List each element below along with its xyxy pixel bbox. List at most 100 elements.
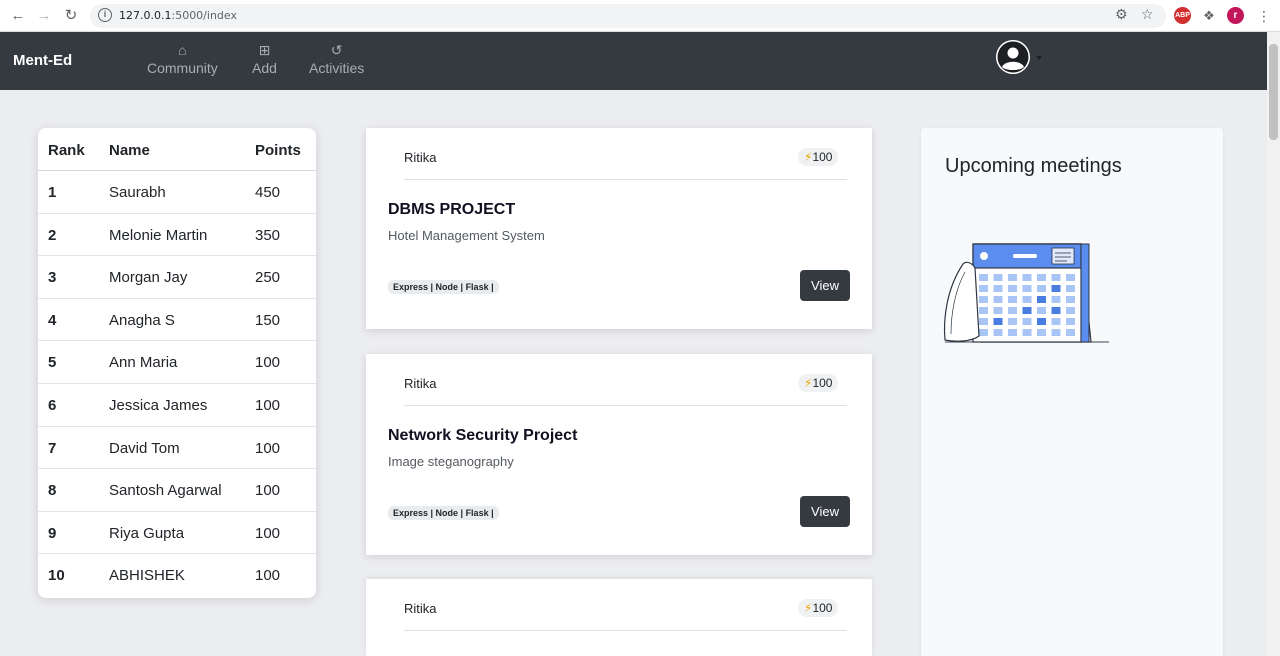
project-author[interactable]: Ritika <box>404 376 437 391</box>
table-row: 7 David Tom 100 <box>38 427 316 470</box>
calendar-day-cell <box>979 329 988 336</box>
calendar-day-cell <box>1051 329 1061 336</box>
points-cell: 100 <box>255 354 281 372</box>
back-arrow-icon[interactable]: ← <box>8 6 28 26</box>
points-cell: 100 <box>255 524 281 542</box>
calendar-day-cell <box>1022 285 1032 292</box>
page-scrollbar[interactable] <box>1267 32 1280 656</box>
calendar-day-cell <box>1037 296 1046 303</box>
name-cell: Morgan Jay <box>109 269 188 287</box>
calendar-day-cell <box>1022 274 1032 281</box>
calendar-day-cell <box>1022 307 1032 314</box>
user-dropdown-caret-icon[interactable] <box>1036 56 1042 60</box>
history-icon: ↺ <box>330 42 343 58</box>
leaderboard-header: Rank Name Points <box>38 128 316 171</box>
table-row: 6 Jessica James 100 <box>38 384 316 427</box>
rank-cell: 7 <box>48 439 57 457</box>
project-title: DBMS PROJECT <box>388 201 516 218</box>
calendar-day-cell <box>979 318 988 325</box>
name-cell: Melonie Martin <box>109 226 208 244</box>
points-badge: ⚡100 <box>798 148 839 166</box>
points-cell: 100 <box>255 396 281 414</box>
calendar-day-cell <box>1037 318 1046 325</box>
forward-arrow-icon[interactable]: → <box>34 6 54 26</box>
name-cell: Jessica James <box>109 396 208 414</box>
project-author[interactable]: Ritika <box>404 150 437 165</box>
calendar-day-cell <box>1008 296 1017 303</box>
table-row: 1 Saurabh 450 <box>38 171 316 214</box>
tech-tags-badge: Express | Node | Flask | <box>388 506 499 520</box>
calendar-day-cell <box>1051 296 1061 303</box>
brand-logo[interactable]: Ment-Ed <box>13 52 72 69</box>
calendar-day-cell <box>1037 329 1046 336</box>
name-cell: Ann Maria <box>109 354 178 372</box>
name-cell: Riya Gupta <box>109 524 185 542</box>
url-text[interactable]: 127.0.0.1:5000/index <box>119 9 237 22</box>
card-divider <box>404 405 847 406</box>
project-card: Ritika ⚡100 <box>366 579 872 656</box>
calendar-day-cell <box>1051 307 1061 314</box>
calendar-day-cell <box>993 285 1003 292</box>
address-bar[interactable]: i 127.0.0.1:5000/index ⚙ ☆ <box>90 4 1166 28</box>
nav-activities[interactable]: ↺ Activities <box>309 42 364 76</box>
scrollbar-thumb[interactable] <box>1269 44 1278 140</box>
points-cell: 450 <box>255 184 281 201</box>
project-author[interactable]: Ritika <box>404 601 437 616</box>
reload-icon[interactable]: ↻ <box>61 6 81 26</box>
site-info-icon[interactable]: i <box>98 8 112 22</box>
calendar-day-cell <box>1051 285 1061 292</box>
view-button[interactable]: View <box>800 270 850 301</box>
calendar-day-cell <box>993 307 1003 314</box>
project-title: Network Security Project <box>388 427 578 444</box>
upcoming-meetings-panel: Upcoming meetings <box>921 128 1223 656</box>
calendar-day-cell <box>1008 274 1017 281</box>
rank-cell: 6 <box>48 396 57 414</box>
user-avatar-icon[interactable] <box>996 40 1030 74</box>
key-icon[interactable]: ⚙ <box>1115 6 1128 23</box>
rank-cell: 4 <box>48 311 57 329</box>
name-cell: Santosh Agarwal <box>109 482 222 500</box>
nav-activities-label: Activities <box>309 60 365 76</box>
table-row: 2 Melonie Martin 350 <box>38 214 316 257</box>
rank-cell: 2 <box>48 226 57 244</box>
calendar-day-cell <box>979 296 988 303</box>
calendar-day-cell <box>1066 274 1075 281</box>
calendar-day-cell <box>1051 318 1061 325</box>
points-badge: ⚡100 <box>798 599 839 617</box>
calendar-day-cell <box>979 274 988 281</box>
rank-cell: 9 <box>48 524 57 542</box>
calendar-day-cell <box>1066 296 1075 303</box>
table-row: 4 Anagha S 150 <box>38 299 316 342</box>
extensions-puzzle-icon[interactable]: ❖ <box>1199 6 1219 26</box>
project-description: Hotel Management System <box>388 228 545 243</box>
rank-header: Rank <box>48 142 85 159</box>
nav-community[interactable]: ⌂ Community <box>147 42 218 76</box>
home-icon: ⌂ <box>178 42 187 58</box>
calendar-day-cell <box>979 307 988 314</box>
adblock-extension-icon[interactable]: ABP <box>1174 7 1191 24</box>
card-divider <box>404 630 847 631</box>
name-cell: ABHISHEK <box>109 567 185 585</box>
rank-cell: 5 <box>48 354 57 372</box>
points-cell: 100 <box>255 567 281 585</box>
calendar-day-cell <box>1008 329 1017 336</box>
table-row: 9 Riya Gupta 100 <box>38 512 316 555</box>
calendar-day-cell <box>993 329 1003 336</box>
points-cell: 350 <box>255 226 281 244</box>
profile-avatar-icon[interactable]: r <box>1227 7 1244 24</box>
calendar-day-cell <box>993 274 1003 281</box>
browser-menu-icon[interactable]: ⋮ <box>1254 6 1274 26</box>
view-button[interactable]: View <box>800 496 850 527</box>
calendar-day-cell <box>1022 329 1032 336</box>
browser-toolbar: ← → ↻ i 127.0.0.1:5000/index ⚙ ☆ ABP ❖ r… <box>0 0 1280 32</box>
tech-tags-badge: Express | Node | Flask | <box>388 280 499 294</box>
calendar-day-cell <box>1037 274 1046 281</box>
bookmark-star-icon[interactable]: ☆ <box>1141 6 1154 23</box>
calendar-day-cell <box>1066 285 1075 292</box>
nav-add[interactable]: ⊞ Add <box>252 42 277 76</box>
card-divider <box>404 179 847 180</box>
nav-add-label: Add <box>252 60 277 76</box>
table-row: 10 ABHISHEK 100 <box>38 554 316 597</box>
calendar-day-cell <box>1008 318 1017 325</box>
calendar-illustration <box>941 238 1111 353</box>
